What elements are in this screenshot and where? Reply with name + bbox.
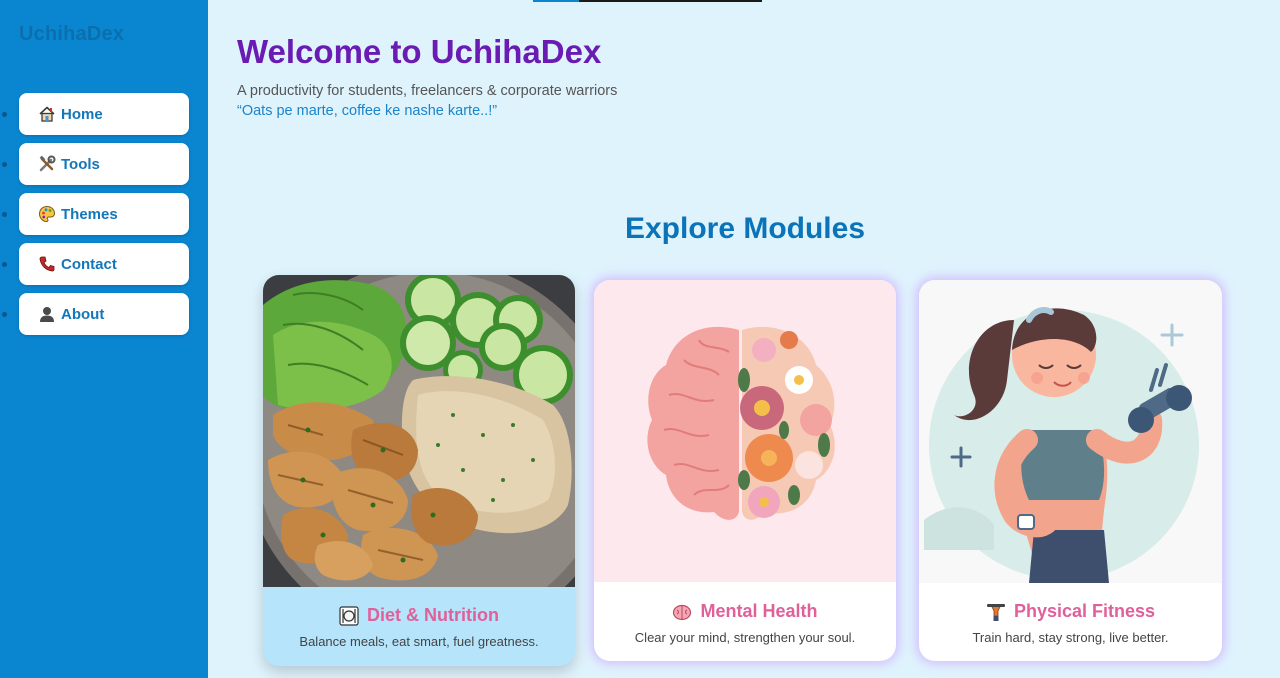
list-bullet [2, 212, 7, 217]
sidebar-nav-item: Themes [0, 193, 208, 243]
module-card-title: Mental Health [700, 601, 818, 621]
sidebar-nav-item: Tools [0, 143, 208, 193]
sidebar: UchihaDex Home Tools Themes Contact Abou… [0, 0, 208, 678]
sidebar-item-label: Home [61, 105, 103, 123]
sidebar-item-home[interactable]: Home [19, 93, 189, 135]
fitness-illustration [919, 280, 1222, 583]
sidebar-nav-item: About [0, 293, 208, 343]
weightlifter-icon [986, 602, 1006, 622]
sidebar-nav: Home Tools Themes Contact About [0, 93, 208, 343]
page-quote: “Oats pe marte, coffee ke nashe karte..!… [237, 103, 498, 119]
module-card-description: Balance meals, eat smart, fuel greatness… [299, 634, 539, 649]
module-card-title-row: Mental Health [594, 601, 896, 622]
module-card-physical-fitness[interactable]: Physical Fitness Train hard, stay strong… [919, 280, 1222, 661]
module-card-title: Diet & Nutrition [367, 605, 499, 625]
module-card-description: Train hard, stay strong, live better. [972, 630, 1169, 645]
list-bullet [2, 262, 7, 267]
module-card-title-row: Physical Fitness [919, 601, 1222, 622]
list-bullet [2, 112, 7, 117]
module-card-title-row: Diet & Nutrition [263, 605, 575, 626]
person-icon [38, 305, 56, 323]
list-bullet [2, 312, 7, 317]
modules-heading: Explore Modules [624, 212, 866, 245]
sidebar-item-label: Tools [61, 155, 100, 173]
sidebar-nav-item: Home [0, 93, 208, 143]
page-progress-fill [533, 0, 579, 2]
sidebar-item-label: Contact [61, 255, 117, 273]
house-icon [38, 105, 56, 123]
module-card-description: Clear your mind, strengthen your soul. [634, 630, 856, 645]
page-subtitle: A productivity for students, freelancers… [237, 83, 618, 99]
sidebar-logo[interactable]: UchihaDex [19, 23, 124, 46]
diet-image [263, 275, 575, 587]
sidebar-nav-item: Contact [0, 243, 208, 293]
page-progress-bar [533, 0, 762, 2]
modules-heading-wrap: Explore Modules [208, 212, 1280, 246]
phone-icon [38, 255, 56, 273]
sidebar-item-contact[interactable]: Contact [19, 243, 189, 285]
module-card-title: Physical Fitness [1013, 601, 1156, 621]
module-card-mental-health[interactable]: Mental Health Clear your mind, strengthe… [594, 280, 896, 661]
sidebar-item-themes[interactable]: Themes [19, 193, 189, 235]
sidebar-item-tools[interactable]: Tools [19, 143, 189, 185]
tools-icon [38, 155, 56, 173]
sidebar-item-label: Themes [61, 205, 118, 223]
palette-icon [38, 205, 56, 223]
module-card-diet[interactable]: Diet & Nutrition Balance meals, eat smar… [263, 275, 575, 666]
sidebar-item-label: About [61, 305, 105, 323]
page-title: Welcome to UchihaDex [237, 33, 602, 70]
brain-illustration [594, 280, 896, 582]
brain-icon [672, 602, 692, 622]
list-bullet [2, 162, 7, 167]
sidebar-item-about[interactable]: About [19, 293, 189, 335]
plate-icon [339, 605, 359, 626]
